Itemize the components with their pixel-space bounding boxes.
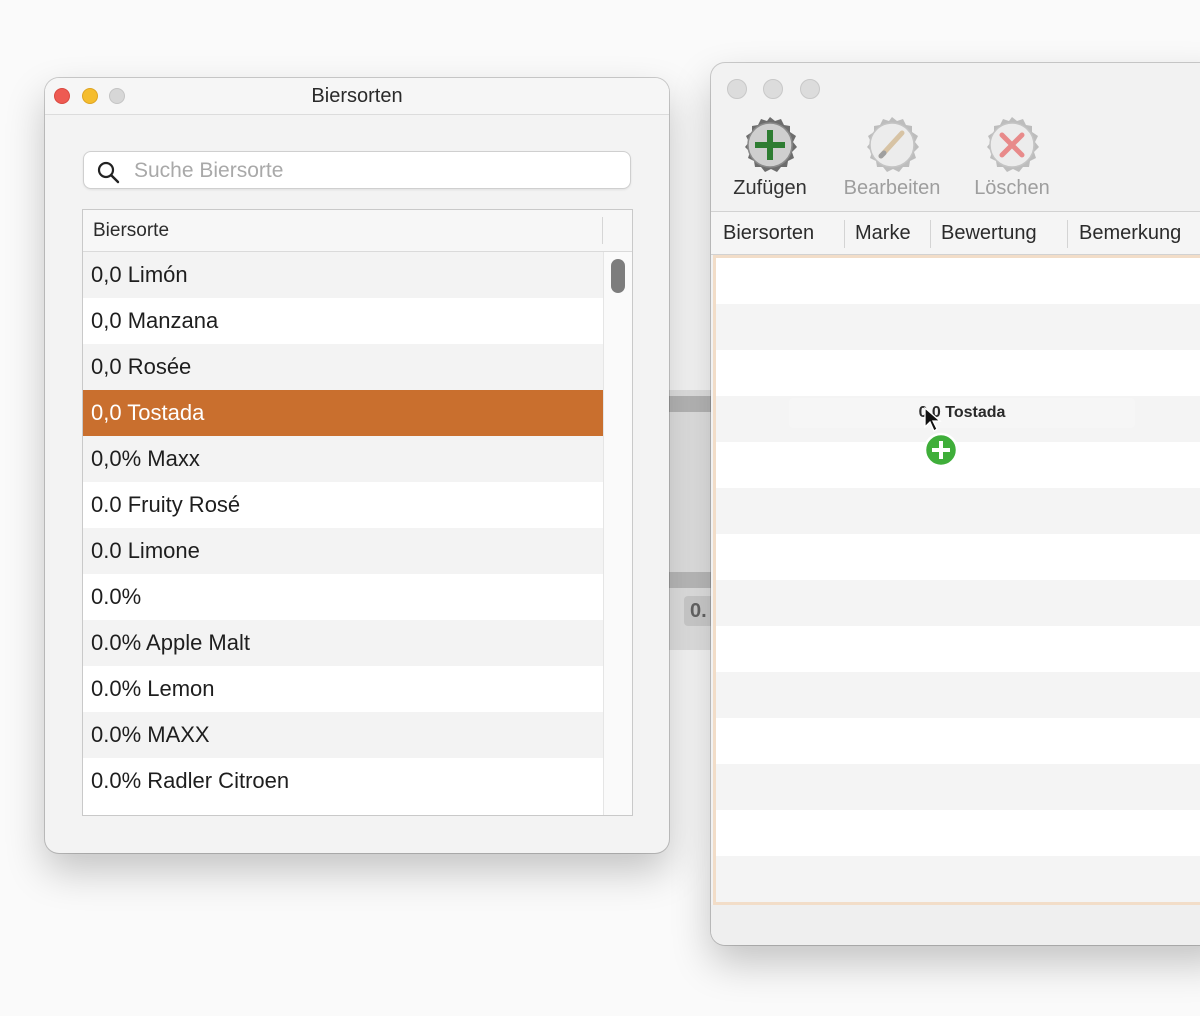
table-row[interactable]: 0,0 Limón (83, 252, 603, 298)
ratings-window: Zufügen Bearbeiten Löschen Biersorten Ma… (711, 63, 1200, 945)
empty-table-row (716, 258, 1200, 304)
empty-table-row (716, 488, 1200, 534)
scrollbar-thumb[interactable] (611, 259, 625, 293)
green-plus-badge-icon (923, 432, 959, 468)
column-header-bemerkung[interactable]: Bemerkung (1079, 222, 1181, 245)
title-bar[interactable] (711, 63, 1200, 115)
close-window-button[interactable] (727, 79, 747, 99)
empty-table-row (716, 718, 1200, 764)
zoom-window-button[interactable] (800, 79, 820, 99)
empty-table-row (716, 672, 1200, 718)
table-row[interactable]: 0.0 Fruity Rosé (83, 482, 603, 528)
table-row[interactable]: 0.0% MAXX (83, 712, 603, 758)
vertical-scrollbar[interactable] (603, 252, 632, 815)
add-button[interactable]: Zufügen (729, 115, 811, 200)
search-input[interactable] (132, 156, 616, 186)
table-row[interactable]: 0.0 Limone (83, 528, 603, 574)
column-separator (844, 220, 845, 248)
table-row[interactable]: 0.0% Radler Citroen (83, 758, 603, 804)
beer-types-table: Biersorte 0,0 Limón 0,0 Manzana 0,0 Rosée 0… (82, 209, 633, 816)
empty-table-row (716, 764, 1200, 810)
table-row[interactable]: 0,0 Manzana (83, 298, 603, 344)
empty-table-row (716, 350, 1200, 396)
empty-table-row (716, 626, 1200, 672)
delete-button[interactable]: Löschen (967, 115, 1057, 200)
table-row[interactable]: 0,0% Maxx (83, 436, 603, 482)
bottle-cap-pencil-icon (867, 117, 919, 172)
background-window-chip: 0. (684, 596, 714, 626)
ratings-table-drop-target[interactable]: 0,0 Tostada (713, 255, 1200, 905)
beer-types-window: Biersorten Biersorte 0,0 Limón0,0 Manzan… (45, 78, 669, 853)
table-row[interactable]: 0,0 Rosée (83, 344, 603, 390)
window-bottom-bar (711, 905, 1200, 945)
column-separator (930, 220, 931, 248)
column-header-biersorten[interactable]: Biersorten (723, 222, 814, 245)
column-separator (602, 217, 603, 244)
arrow-cursor-icon (924, 407, 942, 432)
add-button-label: Zufügen (733, 177, 807, 199)
column-header-marke[interactable]: Marke (855, 222, 911, 245)
empty-table-row (716, 810, 1200, 856)
empty-table-row (716, 580, 1200, 626)
table-header: Biersorte (83, 210, 632, 252)
table-rows: 0,0 Limón 0,0 Manzana 0,0 Rosée 0,0 Tostada… (83, 252, 603, 804)
bottle-cap-plus-icon (745, 117, 797, 172)
edit-button-label: Bearbeiten (843, 177, 941, 199)
table-row[interactable]: 0.0% (83, 574, 603, 620)
title-bar[interactable]: Biersorten (45, 78, 669, 115)
column-header-biersorte[interactable]: Biersorte (93, 220, 169, 242)
table-row[interactable]: 0,0 Tostada (83, 390, 603, 436)
empty-table-row (716, 534, 1200, 580)
empty-table-row (716, 304, 1200, 350)
delete-button-label: Löschen (974, 177, 1050, 199)
table-rows (716, 258, 1200, 902)
empty-table-row (716, 856, 1200, 902)
column-header-bewertung[interactable]: Bewertung (941, 222, 1037, 245)
table-row[interactable]: 0.0% Apple Malt (83, 620, 603, 666)
toolbar: Zufügen Bearbeiten Löschen (711, 115, 1200, 211)
window-title: Biersorten (311, 85, 403, 107)
search-icon (97, 161, 120, 184)
bottle-cap-x-icon (987, 117, 1039, 172)
ratings-table-header: Biersorten Marke Bewertung Bemerkung (711, 211, 1200, 255)
table-row[interactable]: 0.0% Lemon (83, 666, 603, 712)
column-separator (1067, 220, 1068, 248)
minimize-window-button[interactable] (763, 79, 783, 99)
edit-button[interactable]: Bearbeiten (837, 115, 947, 200)
drag-preview: 0,0 Tostada (789, 398, 1135, 428)
search-field[interactable] (83, 151, 631, 189)
